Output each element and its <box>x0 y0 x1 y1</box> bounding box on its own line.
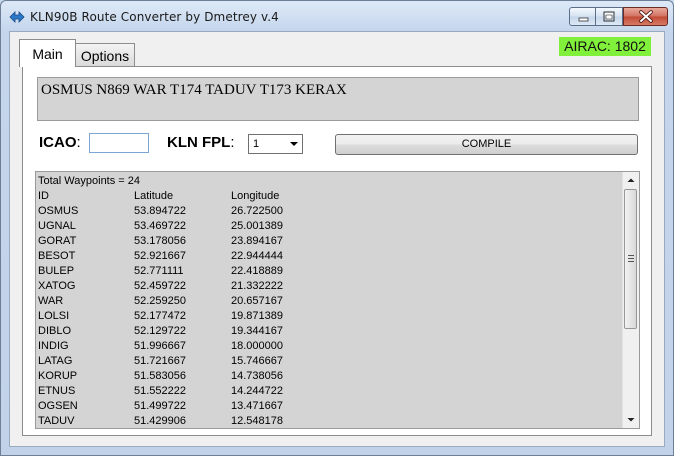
waypoint-id: DIBLO <box>38 325 72 337</box>
waypoint-id: ETNUS <box>38 385 76 397</box>
table-row[interactable]: LATAG 51.721667 15.746667 <box>38 354 618 369</box>
waypoint-summary: Total Waypoints = 24 <box>38 175 141 187</box>
waypoint-id: WAR <box>38 295 64 307</box>
window-title: KLN90B Route Converter by Dmetrey v.4 <box>30 10 279 24</box>
icao-label-colon: : <box>76 134 81 151</box>
table-row[interactable]: LOLSI 52.177472 19.871389 <box>38 309 618 324</box>
icao-label-text: ICAO <box>39 134 77 151</box>
app-icon <box>9 11 25 23</box>
table-row[interactable]: BESOT 52.921667 22.944444 <box>38 249 618 264</box>
waypoint-longitude: 21.332222 <box>231 280 283 292</box>
waypoint-longitude: 20.657167 <box>231 295 283 307</box>
column-header-row: ID Latitude Longitude <box>38 189 618 204</box>
waypoint-latitude: 52.259250 <box>134 295 186 307</box>
column-header-longitude: Longitude <box>231 190 280 202</box>
airac-badge: AIRAC: 1802 <box>559 37 651 56</box>
kln-fpl-select[interactable]: 1 <box>248 134 303 154</box>
main-tab-panel: OSMUS N869 WAR T174 TADUV T173 KERAX ICA… <box>22 66 652 436</box>
waypoint-latitude: 51.721667 <box>134 355 186 367</box>
table-row[interactable]: BULEP 52.771111 22.418889 <box>38 264 618 279</box>
table-row[interactable]: DIBLO 52.129722 19.344167 <box>38 324 618 339</box>
waypoint-latitude: 52.771111 <box>134 265 184 277</box>
waypoint-longitude: 23.894167 <box>231 235 283 247</box>
waypoint-id: LATAG <box>38 355 73 367</box>
waypoint-latitude: 53.469722 <box>134 220 186 232</box>
waypoint-longitude: 19.871389 <box>231 310 283 322</box>
tab-options[interactable]: Options <box>76 43 135 67</box>
waypoint-latitude: 51.583056 <box>134 370 186 382</box>
waypoint-latitude: 52.177472 <box>134 310 186 322</box>
column-header-id: ID <box>38 190 49 202</box>
waypoint-id: OSMUS <box>38 205 79 217</box>
waypoint-latitude: 53.894722 <box>134 205 186 217</box>
chevron-down-icon <box>290 142 298 146</box>
waypoint-latitude: 51.499722 <box>134 400 186 412</box>
waypoint-latitude: 51.552222 <box>134 385 186 397</box>
table-row[interactable]: XATOG 52.459722 21.332222 <box>38 279 618 294</box>
client-area: Main Options AIRAC: 1802 OSMUS N869 WAR … <box>9 31 665 447</box>
close-button[interactable] <box>623 7 668 26</box>
app-window: KLN90B Route Converter by Dmetrey v.4 Ma… <box>0 0 674 456</box>
waypoint-longitude: 22.418889 <box>231 265 283 277</box>
waypoint-id: KORUP <box>38 370 78 382</box>
grip-icon <box>628 255 634 264</box>
kln-fpl-label-colon: : <box>230 134 235 151</box>
waypoint-id: GORAT <box>38 235 77 247</box>
scroll-thumb[interactable] <box>624 189 637 329</box>
maximize-icon <box>603 11 615 22</box>
table-row[interactable]: ETNUS 51.552222 14.244722 <box>38 384 618 399</box>
table-row[interactable]: OSMUS 53.894722 26.722500 <box>38 204 618 219</box>
waypoint-longitude: 22.944444 <box>231 250 283 262</box>
table-row[interactable]: INDIG 51.996667 18.000000 <box>38 339 618 354</box>
waypoint-longitude: 12.548178 <box>231 415 283 427</box>
icao-label: ICAO: <box>39 134 81 151</box>
table-row[interactable]: GORAT 53.178056 23.894167 <box>38 234 618 249</box>
table-row[interactable]: TADUV 51.429906 12.548178 <box>38 414 618 428</box>
scroll-up-arrow-icon[interactable] <box>623 172 639 188</box>
kln-fpl-selected-value: 1 <box>253 138 260 150</box>
table-row[interactable]: UGNAL 53.469722 25.001389 <box>38 219 618 234</box>
waypoint-latitude: 52.459722 <box>134 280 186 292</box>
compile-button[interactable]: COMPILE <box>335 134 638 155</box>
waypoint-longitude: 15.746667 <box>231 355 283 367</box>
waypoint-latitude: 51.429906 <box>134 415 186 427</box>
waypoint-id: BULEP <box>38 265 75 277</box>
minimize-icon <box>578 17 589 22</box>
waypoint-latitude: 53.178056 <box>134 235 186 247</box>
table-row[interactable]: OGSEN 51.499722 13.471667 <box>38 399 618 414</box>
waypoint-id: LOLSI <box>38 310 70 322</box>
waypoint-id: UGNAL <box>38 220 76 232</box>
kln-fpl-label-text: KLN FPL <box>167 134 231 151</box>
tab-main[interactable]: Main <box>19 39 76 67</box>
waypoint-list-content: Total Waypoints = 24 ID Latitude Longitu… <box>38 174 618 428</box>
close-icon <box>639 10 653 23</box>
waypoint-longitude: 14.244722 <box>231 385 283 397</box>
waypoint-latitude: 52.921667 <box>134 250 186 262</box>
waypoint-id: XATOG <box>38 280 76 292</box>
table-row[interactable]: KORUP 51.583056 14.738056 <box>38 369 618 384</box>
waypoint-latitude: 52.129722 <box>134 325 186 337</box>
waypoint-id: OGSEN <box>38 400 78 412</box>
waypoint-id: TADUV <box>38 415 75 427</box>
waypoint-longitude: 25.001389 <box>231 220 283 232</box>
waypoint-longitude: 26.722500 <box>231 205 283 217</box>
minimize-button[interactable] <box>569 7 596 26</box>
waypoint-id: INDIG <box>38 340 69 352</box>
maximize-button[interactable] <box>596 7 623 26</box>
waypoint-id: BESOT <box>38 250 76 262</box>
scroll-down-arrow-icon[interactable] <box>623 412 639 428</box>
title-bar[interactable]: KLN90B Route Converter by Dmetrey v.4 <box>1 1 673 31</box>
waypoint-latitude: 51.996667 <box>134 340 186 352</box>
kln-fpl-label: KLN FPL: <box>167 134 235 151</box>
waypoint-longitude: 13.471667 <box>231 400 283 412</box>
table-row[interactable]: WAR 52.259250 20.657167 <box>38 294 618 309</box>
waypoint-longitude: 18.000000 <box>231 340 283 352</box>
waypoint-longitude: 19.344167 <box>231 325 283 337</box>
route-text-box[interactable]: OSMUS N869 WAR T174 TADUV T173 KERAX <box>37 77 639 121</box>
column-header-latitude: Latitude <box>134 190 174 202</box>
icao-input[interactable] <box>89 133 149 153</box>
waypoint-list[interactable]: Total Waypoints = 24 ID Latitude Longitu… <box>35 171 640 429</box>
vertical-scrollbar[interactable] <box>622 172 639 428</box>
waypoint-longitude: 14.738056 <box>231 370 283 382</box>
